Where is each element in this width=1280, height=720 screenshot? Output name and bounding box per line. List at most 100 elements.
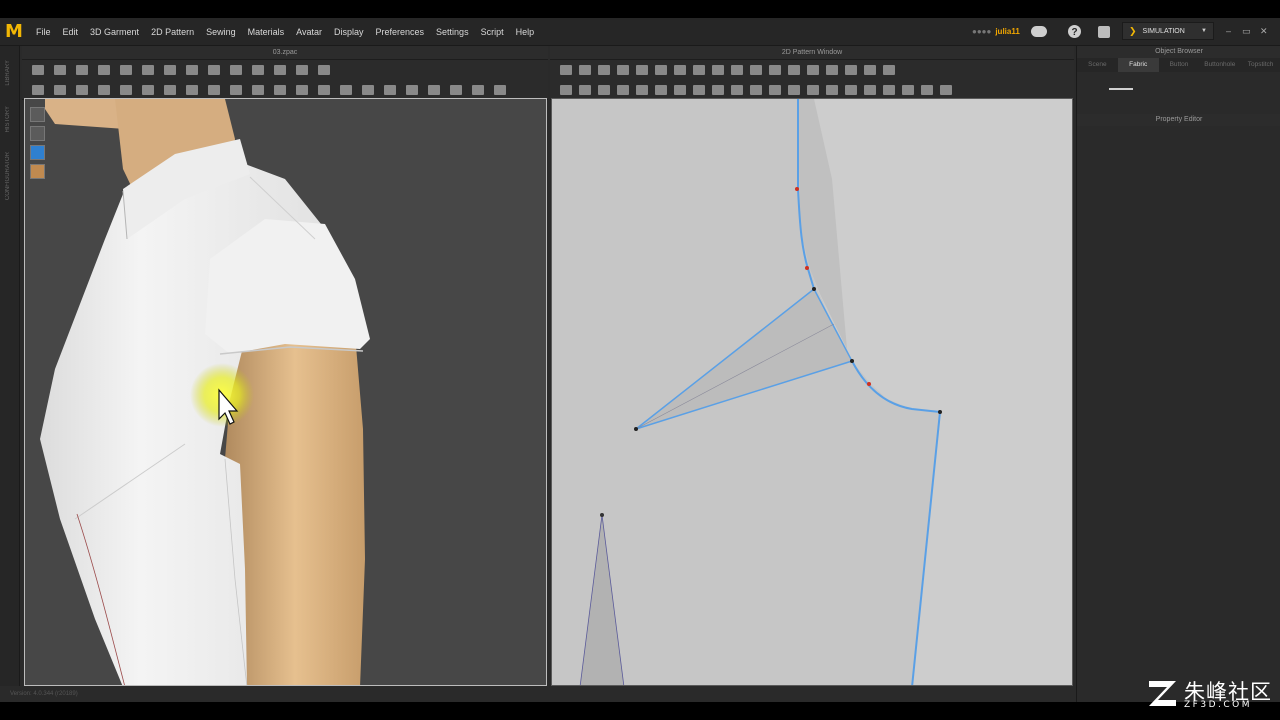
tab-button[interactable]: Button	[1159, 58, 1200, 72]
view2d-tool-icon[interactable]	[617, 65, 629, 75]
menu-item-sewing[interactable]: Sewing	[200, 27, 242, 37]
close-window-button[interactable]: ✕	[1260, 26, 1268, 37]
menu-item-script[interactable]: Script	[475, 27, 510, 37]
view2d-tool-icon[interactable]	[750, 85, 762, 95]
view3d-tool-icon[interactable]	[362, 85, 374, 95]
view2d-tool-icon[interactable]	[579, 65, 591, 75]
library-tab[interactable]: LIBRARY	[5, 60, 11, 86]
restore-window-button[interactable]: ▭	[1242, 26, 1251, 37]
view2d-tool-icon[interactable]	[788, 85, 800, 95]
view3d-tool-icon[interactable]	[252, 85, 264, 95]
view2d-tool-icon[interactable]	[655, 65, 667, 75]
view2d-tool-icon[interactable]	[807, 65, 819, 75]
view3d-tool-icon[interactable]	[76, 85, 88, 95]
view3d-tool-icon[interactable]	[472, 85, 484, 95]
view2d-tool-icon[interactable]	[674, 65, 686, 75]
view3d-tool-icon[interactable]	[98, 65, 110, 75]
view2d-tool-icon[interactable]	[693, 85, 705, 95]
3d-garment-viewport[interactable]	[24, 98, 547, 686]
menu-item-settings[interactable]: Settings	[430, 27, 475, 37]
view2d-tool-icon[interactable]	[598, 65, 610, 75]
view3d-tool-icon[interactable]	[274, 85, 286, 95]
view3d-tool-icon[interactable]	[494, 85, 506, 95]
view3d-tool-icon[interactable]	[76, 65, 88, 75]
view3d-tool-icon[interactable]	[186, 85, 198, 95]
view2d-tool-icon[interactable]	[826, 65, 838, 75]
tab-fabric[interactable]: Fabric	[1117, 58, 1159, 72]
menu-item-3d-garment[interactable]: 3D Garment	[84, 27, 145, 37]
tab-scene[interactable]: Scene	[1077, 58, 1118, 72]
help-icon[interactable]: ?	[1068, 25, 1081, 38]
view3d-tool-icon[interactable]	[164, 85, 176, 95]
view2d-tool-icon[interactable]	[731, 65, 743, 75]
2d-pattern-viewport[interactable]	[551, 98, 1073, 686]
view2d-tool-icon[interactable]	[750, 65, 762, 75]
view2d-tool-icon[interactable]	[788, 65, 800, 75]
view2d-tool-icon[interactable]	[560, 65, 572, 75]
view2d-tool-icon[interactable]	[940, 85, 952, 95]
user-account[interactable]: ●●●● julia11	[972, 27, 1020, 36]
view2d-tool-icon[interactable]	[560, 85, 572, 95]
tab-buttonhole[interactable]: Buttonhole	[1199, 58, 1240, 72]
view2d-tool-icon[interactable]	[845, 65, 857, 75]
minimize-window-button[interactable]: –	[1226, 26, 1231, 36]
view2d-tool-icon[interactable]	[693, 65, 705, 75]
menu-item-edit[interactable]: Edit	[57, 27, 85, 37]
view3d-tool-icon[interactable]	[384, 85, 396, 95]
view2d-tool-icon[interactable]	[655, 85, 667, 95]
menu-item-avatar[interactable]: Avatar	[290, 27, 328, 37]
view3d-tool-icon[interactable]	[318, 65, 330, 75]
avatar-view-icon[interactable]	[30, 107, 45, 122]
view2d-tool-icon[interactable]	[712, 85, 724, 95]
view3d-tool-icon[interactable]	[450, 85, 462, 95]
view2d-tool-icon[interactable]	[674, 85, 686, 95]
view3d-tool-icon[interactable]	[318, 85, 330, 95]
history-tab[interactable]: HISTORY	[5, 106, 11, 132]
view2d-tool-icon[interactable]	[883, 65, 895, 75]
view3d-tool-icon[interactable]	[274, 65, 286, 75]
view2d-tool-icon[interactable]	[902, 85, 914, 95]
view3d-tool-icon[interactable]	[164, 65, 176, 75]
view3d-tool-icon[interactable]	[120, 85, 132, 95]
menu-item-file[interactable]: File	[30, 27, 57, 37]
view3d-tool-icon[interactable]	[296, 85, 308, 95]
fabric-view-icon[interactable]	[30, 145, 45, 160]
menu-item-2d-pattern[interactable]: 2D Pattern	[145, 27, 200, 37]
gift-icon[interactable]	[1098, 26, 1110, 38]
view3d-tool-icon[interactable]	[296, 65, 308, 75]
view2d-tool-icon[interactable]	[826, 85, 838, 95]
view3d-tool-icon[interactable]	[208, 65, 220, 75]
skin-view-icon[interactable]	[30, 164, 45, 179]
view2d-tool-icon[interactable]	[864, 85, 876, 95]
view3d-tool-icon[interactable]	[54, 65, 66, 75]
view3d-tool-icon[interactable]	[142, 85, 154, 95]
mode-select[interactable]: ❯ SIMULATION ▼	[1122, 22, 1214, 40]
tab-topstitch[interactable]: Topstitch	[1240, 58, 1280, 72]
view2d-tool-icon[interactable]	[769, 85, 781, 95]
view3d-tool-icon[interactable]	[208, 85, 220, 95]
view2d-tool-icon[interactable]	[769, 65, 781, 75]
view3d-tool-icon[interactable]	[340, 85, 352, 95]
menu-item-help[interactable]: Help	[510, 27, 541, 37]
menu-item-display[interactable]: Display	[328, 27, 370, 37]
view2d-tool-icon[interactable]	[807, 85, 819, 95]
view2d-tool-icon[interactable]	[864, 65, 876, 75]
menu-item-materials[interactable]: Materials	[242, 27, 291, 37]
view3d-tool-icon[interactable]	[428, 85, 440, 95]
view2d-tool-icon[interactable]	[579, 85, 591, 95]
view3d-tool-icon[interactable]	[230, 85, 242, 95]
view3d-tool-icon[interactable]	[32, 85, 44, 95]
view3d-tool-icon[interactable]	[406, 85, 418, 95]
view2d-tool-icon[interactable]	[883, 85, 895, 95]
avatar-pose-icon[interactable]	[30, 126, 45, 141]
view2d-tool-icon[interactable]	[921, 85, 933, 95]
view3d-tool-icon[interactable]	[32, 65, 44, 75]
view2d-tool-icon[interactable]	[712, 65, 724, 75]
view3d-tool-icon[interactable]	[186, 65, 198, 75]
view2d-tool-icon[interactable]	[636, 85, 648, 95]
view2d-tool-icon[interactable]	[617, 85, 629, 95]
view3d-tool-icon[interactable]	[54, 85, 66, 95]
view2d-tool-icon[interactable]	[636, 65, 648, 75]
view2d-tool-icon[interactable]	[845, 85, 857, 95]
view3d-tool-icon[interactable]	[252, 65, 264, 75]
